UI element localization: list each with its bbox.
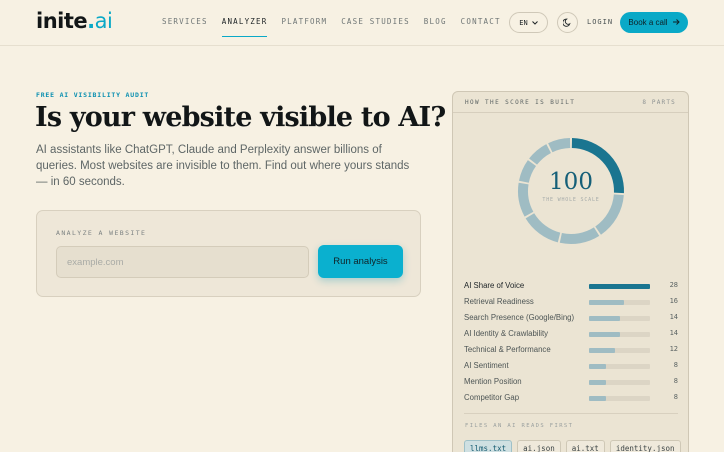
score-part-bar-track [589,300,650,305]
score-part-value: 14 [669,313,678,321]
score-part-label: Retrieval Readiness [464,297,534,306]
file-chip-identity-json[interactable]: identity.json [609,440,681,452]
score-part-row: AI Sentiment 8 [464,359,678,375]
chevron-down-icon [531,19,538,27]
donut-segment [525,213,561,243]
top-navigation: inite.ai SERVICES ANALYZER PLATFORM CASE… [0,0,724,46]
language-selector[interactable]: EN [509,12,548,33]
score-part-label: AI Sentiment [464,361,509,370]
score-part-bar [589,300,624,305]
score-part-value: 28 [669,281,678,289]
panel-header: HOW THE SCORE IS BUILT 8 PARTS [453,92,688,113]
donut-segment [518,160,537,183]
nav-link-platform[interactable]: PLATFORM [281,17,327,26]
hero-subtitle: AI assistants like ChatGPT, Claude and P… [36,144,410,188]
donut-segment [518,182,534,217]
analyze-form-card: ANALYZE A WEBSITE Run analysis [36,210,421,297]
book-call-button[interactable]: Book a call [620,12,688,33]
score-part-bar-track [589,396,650,401]
nav-links: SERVICES ANALYZER PLATFORM CASE STUDIES … [162,17,515,37]
divider [464,413,678,414]
website-url-input[interactable] [56,246,309,278]
donut-segment [529,144,552,165]
score-part-label: Search Presence (Google/Bing) [464,313,575,322]
file-chip-ai-json[interactable]: ai.json [517,440,561,452]
score-part-bar-track [589,380,650,385]
score-part-bar-track [589,284,650,289]
moon-icon [562,14,572,32]
nav-link-blog[interactable]: BLOG [424,17,447,26]
score-part-bar [589,316,620,321]
score-part-row: Search Presence (Google/Bing) 14 [464,311,678,327]
nav-link-case-studies[interactable]: CASE STUDIES [341,17,410,26]
score-part-bar [589,380,607,385]
donut-segment [548,138,571,153]
score-part-label: Technical & Performance [464,345,551,354]
score-part-row: Technical & Performance 12 [464,343,678,359]
score-part-bar-track [589,364,650,369]
file-chip-llms-txt[interactable]: llms.txt [464,440,513,452]
score-part-bar [589,396,607,401]
score-part-value: 8 [673,377,678,385]
score-part-bar [589,348,616,353]
donut-segment [559,227,600,244]
score-part-bar [589,332,620,337]
login-link[interactable]: LOGIN [587,18,613,26]
score-part-bar [589,364,607,369]
score-part-bar-track [589,332,650,337]
parts-count: 8 PARTS [642,99,676,106]
score-part-row: AI Share of Voice 28 [464,279,678,295]
score-part-value: 8 [673,361,678,369]
theme-toggle-button[interactable] [557,12,578,33]
nav-link-contact[interactable]: CONTACT [461,17,501,26]
arrow-right-icon [672,18,680,27]
score-total: 100 [549,169,593,195]
score-part-label: Competitor Gap [464,393,520,402]
nav-link-analyzer[interactable]: ANALYZER [221,17,268,37]
score-part-bar [589,284,650,289]
score-caption: THE WHOLE SCALE [542,197,600,203]
file-chip-ai-txt[interactable]: ai.txt [565,440,605,452]
score-part-label: Mention Position [464,377,522,386]
files-label: FILES AN AI READS FIRST [465,423,574,429]
nav-link-services[interactable]: SERVICES [162,17,208,26]
language-label: EN [519,18,528,27]
analyze-label: ANALYZE A WEBSITE [56,229,147,237]
score-part-bar-track [589,348,650,353]
panel-title: HOW THE SCORE IS BUILT [465,99,576,106]
score-part-value: 12 [669,345,678,353]
score-part-value: 14 [669,329,678,337]
score-part-row: AI Identity & Crawlability 14 [464,327,678,343]
hero-eyebrow: FREE AI VISIBILITY AUDIT [36,91,150,99]
score-part-row: Mention Position 8 [464,375,678,391]
score-part-row: Retrieval Readiness 16 [464,295,678,311]
brand-logo[interactable]: inite.ai [36,9,113,33]
score-part-label: AI Identity & Crawlability [464,329,549,338]
file-chips: llms.txt ai.json ai.txt identity.json [464,440,681,452]
score-part-value: 8 [673,393,678,401]
score-part-label: AI Share of Voice [464,281,525,290]
run-analysis-button[interactable]: Run analysis [318,245,403,278]
score-breakdown-panel: HOW THE SCORE IS BUILT 8 PARTS 100 THE W… [452,91,689,452]
score-part-value: 16 [669,297,678,305]
book-call-label: Book a call [628,18,668,27]
score-part-row: Competitor Gap 8 [464,391,678,407]
page-title: Is your website visible to AI? [35,102,446,133]
score-parts-list: AI Share of Voice 28 Retrieval Readiness 16… [464,279,678,407]
score-part-bar-track [589,316,650,321]
